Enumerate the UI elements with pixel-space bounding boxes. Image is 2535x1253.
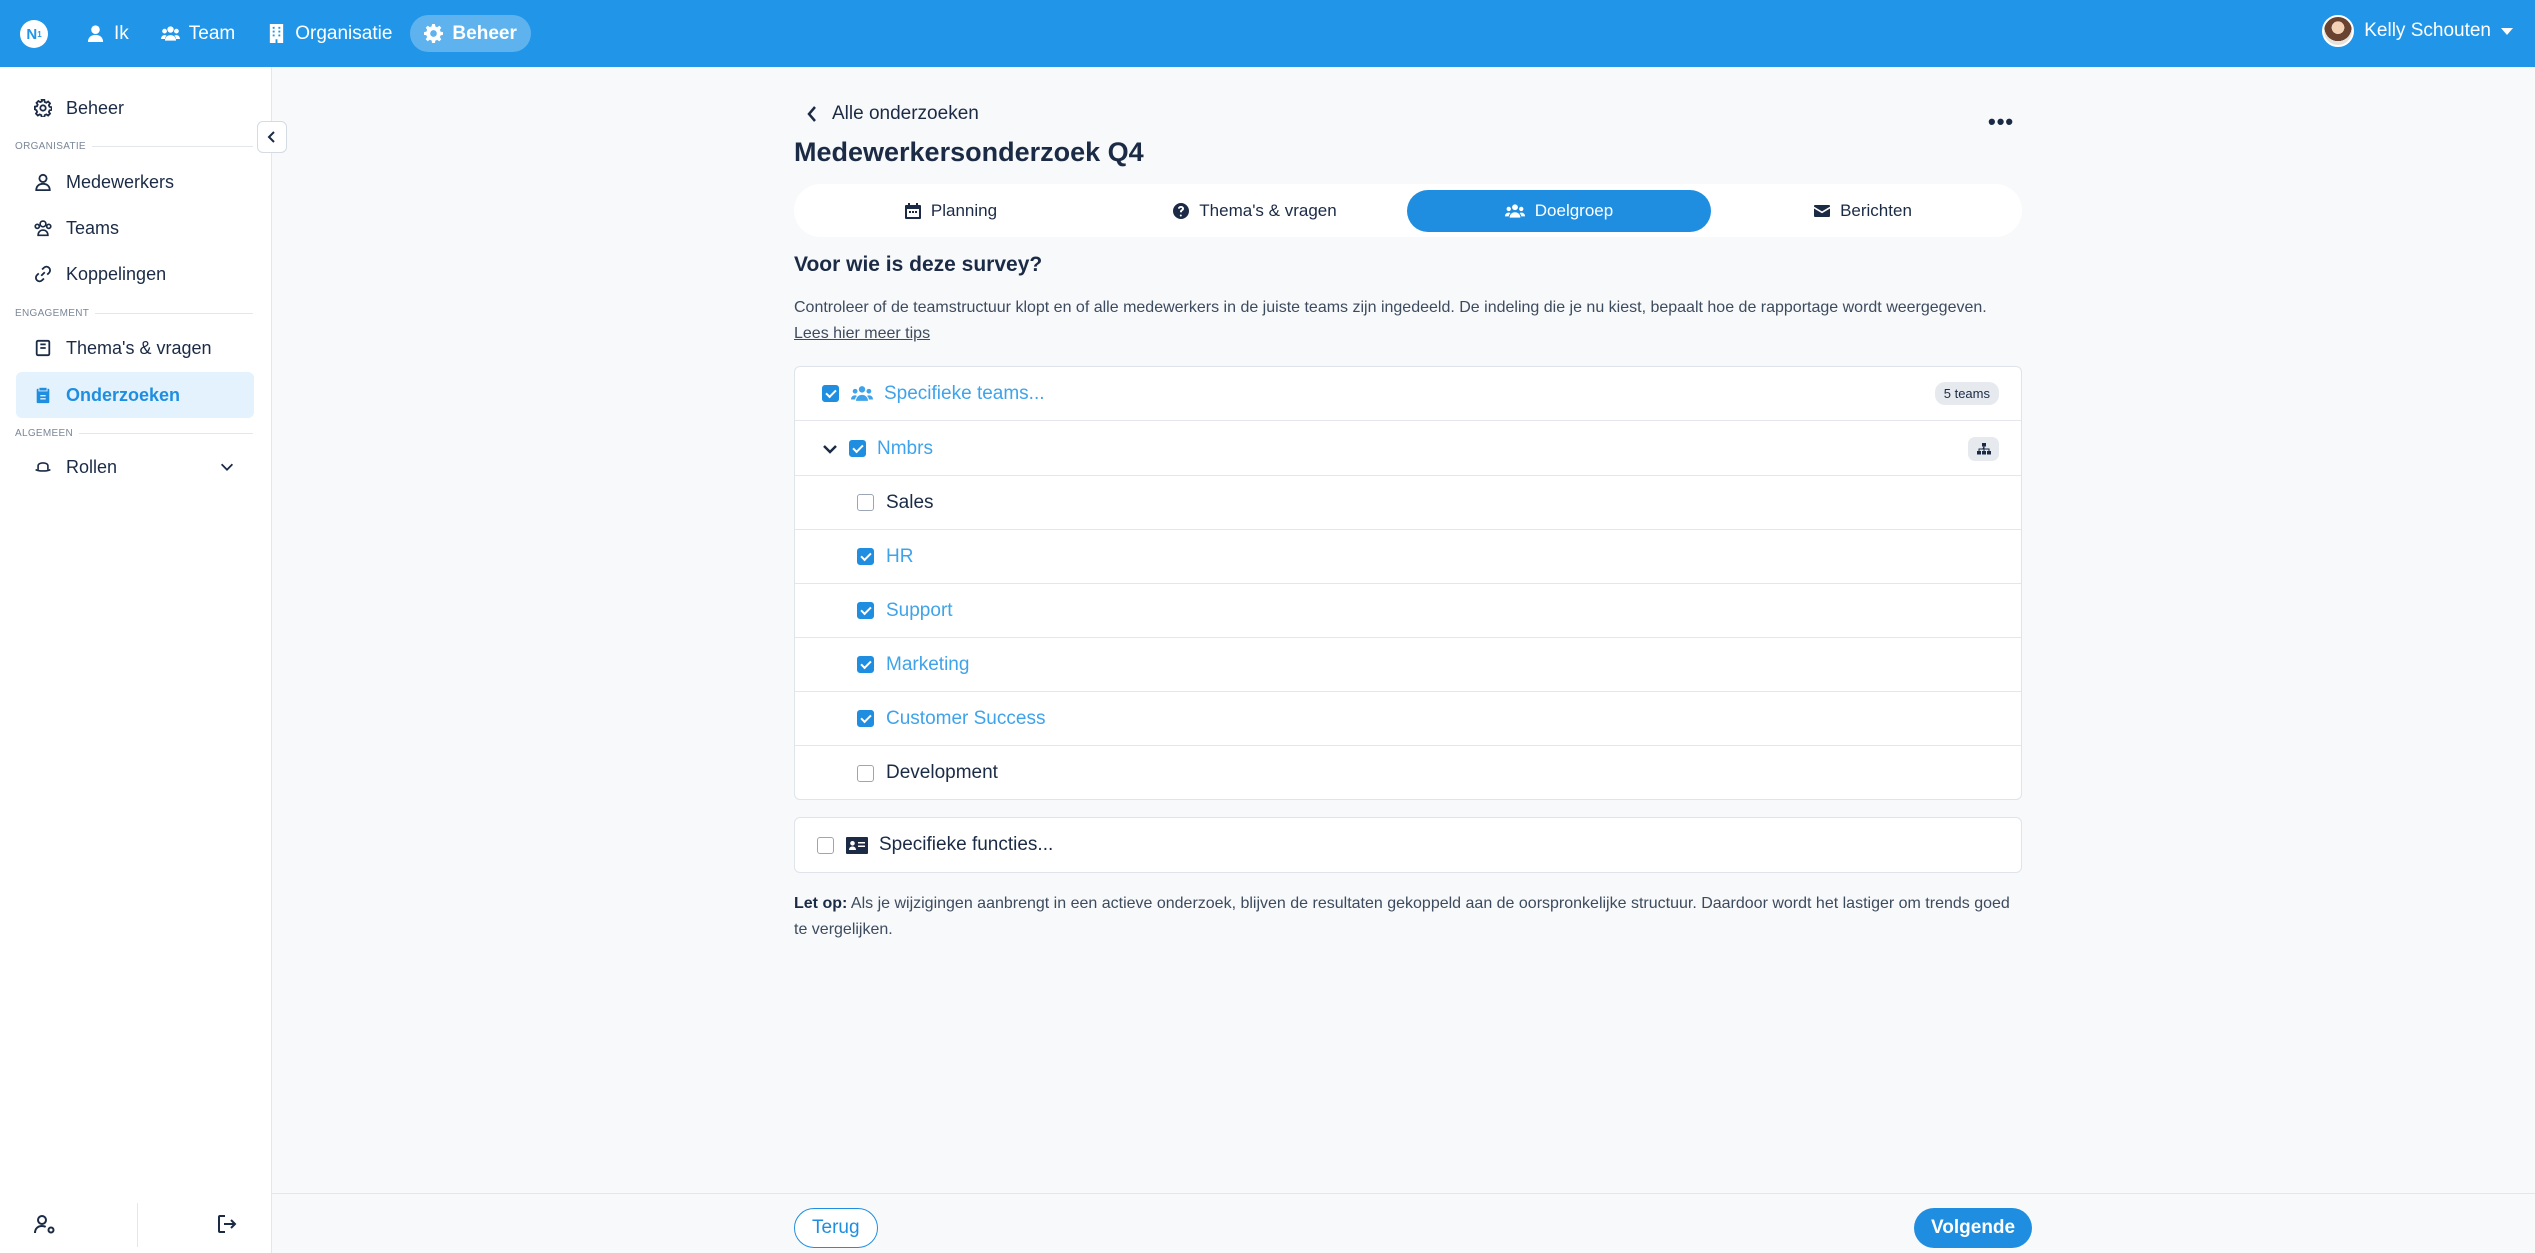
nav-beheer[interactable]: Beheer — [410, 15, 531, 52]
team-label: Marketing — [886, 653, 970, 675]
users-icon — [851, 386, 873, 401]
users-icon — [1504, 203, 1525, 218]
org-label: Nmbrs — [877, 437, 933, 459]
top-navigation-bar: N1 Ik Team Organisatie Beheer Kelly Scho… — [0, 0, 2535, 67]
nav-organisatie[interactable]: Organisatie — [253, 15, 406, 52]
gear-icon — [424, 24, 444, 43]
org-checkbox[interactable] — [849, 440, 866, 457]
tips-link[interactable]: Lees hier meer tips — [794, 325, 930, 342]
tab-doelgroep[interactable]: Doelgroep — [1407, 189, 1711, 232]
team-row[interactable]: HR — [795, 530, 2021, 584]
clipboard-icon — [36, 387, 50, 404]
team-row[interactable]: Development — [795, 746, 2021, 800]
specific-teams-row[interactable]: Specifieke teams... 5 teams — [795, 367, 2021, 421]
sidebar-section-organisatie: ORGANISATIE — [15, 141, 253, 152]
team-row[interactable]: Support — [795, 584, 2021, 638]
nav-team[interactable]: Team — [147, 15, 249, 52]
page-footer: Terug Volgende — [272, 1193, 2535, 1253]
chevron-down-icon — [220, 463, 234, 471]
specific-functions-row[interactable]: Specifieke functies... — [794, 817, 2022, 873]
caret-down-icon — [2501, 27, 2513, 35]
main-nav: Ik Team Organisatie Beheer — [72, 15, 531, 52]
sidebar: Beheer ORGANISATIE Medewerkers Teams Kop… — [0, 67, 272, 1253]
envelope-icon — [1814, 204, 1831, 217]
nav-ik[interactable]: Ik — [72, 15, 143, 52]
main-content: Alle onderzoeken Medewerkersonderzoek Q4… — [272, 67, 2535, 1253]
next-button[interactable]: Volgende — [1914, 1208, 2033, 1248]
team-row[interactable]: Sales — [795, 476, 2021, 530]
team-checkbox[interactable] — [857, 494, 874, 511]
sidebar-section-algemeen: ALGEMEEN — [15, 428, 253, 439]
users-icon — [34, 220, 52, 237]
tab-planning[interactable]: Planning — [799, 190, 1103, 232]
section-description: Controleer of de teamstructuur klopt en … — [794, 299, 1987, 342]
calendar-icon — [904, 202, 921, 219]
team-checkbox[interactable] — [857, 602, 874, 619]
sidebar-footer — [0, 1197, 272, 1253]
specific-functions-checkbox[interactable] — [817, 836, 834, 854]
team-checkbox[interactable] — [857, 710, 874, 727]
tab-themas-vragen[interactable]: Thema's & vragen — [1103, 190, 1407, 232]
gear-icon — [34, 99, 52, 117]
team-label: HR — [886, 545, 914, 567]
back-to-all-surveys-link[interactable]: Alle onderzoeken — [806, 103, 979, 125]
section-title: Voor wie is deze survey? — [794, 253, 1043, 276]
team-label: Development — [886, 762, 998, 783]
book-icon — [35, 339, 51, 357]
link-icon — [35, 265, 51, 283]
user-settings-icon[interactable] — [34, 1213, 56, 1235]
avatar — [2322, 15, 2355, 47]
user-icon — [35, 173, 51, 191]
warning-note: Let op: Als je wijzigingen aanbrengt in … — [794, 891, 2022, 943]
sidebar-item-onderzoeken[interactable]: Onderzoeken — [16, 372, 254, 418]
teams-count-badge: 5 teams — [1934, 382, 1999, 405]
id-card-icon — [846, 836, 868, 854]
users-icon — [160, 26, 180, 41]
team-label: Support — [886, 599, 953, 621]
page-title: Medewerkersonderzoek Q4 — [794, 137, 1144, 167]
team-label: Sales — [886, 491, 934, 513]
specific-functions-label: Specifieke functies... — [879, 834, 1054, 855]
team-checkbox[interactable] — [857, 764, 874, 782]
user-menu[interactable]: Kelly Schouten — [2322, 15, 2513, 47]
specific-teams-label: Specifieke teams... — [884, 382, 1045, 404]
sidebar-item-themas[interactable]: Thema's & vragen — [16, 325, 254, 371]
sidebar-item-rollen[interactable]: Rollen — [16, 444, 254, 490]
org-row-nmbrs[interactable]: Nmbrs — [795, 422, 2021, 476]
hierarchy-button[interactable] — [1968, 436, 1999, 461]
chevron-down-icon[interactable] — [822, 441, 838, 457]
tab-berichten[interactable]: Berichten — [1711, 190, 2015, 232]
team-label: Customer Success — [886, 707, 1046, 729]
user-icon — [87, 25, 104, 43]
team-row[interactable]: Marketing — [795, 638, 2021, 692]
more-options-button[interactable]: ••• — [1988, 109, 2014, 135]
team-checkbox[interactable] — [857, 548, 874, 565]
hat-icon — [35, 462, 51, 472]
survey-tabs: Planning Thema's & vragen Doelgroep Beri… — [794, 184, 2022, 237]
sidebar-collapse-button[interactable] — [257, 121, 287, 153]
divider — [137, 1203, 138, 1247]
chevron-left-icon — [267, 131, 275, 143]
back-button[interactable]: Terug — [794, 1208, 878, 1248]
team-checkbox[interactable] — [857, 656, 874, 673]
specific-teams-checkbox[interactable] — [822, 385, 839, 402]
sitemap-icon — [1976, 442, 1991, 454]
sidebar-section-engagement: ENGAGEMENT — [15, 308, 253, 319]
app-logo[interactable]: N1 — [20, 20, 48, 48]
team-row[interactable]: Customer Success — [795, 692, 2021, 746]
sidebar-item-teams[interactable]: Teams — [16, 205, 254, 251]
specific-teams-panel: Specifieke teams... 5 teams Nmbrs Sales … — [794, 366, 2022, 800]
sidebar-item-beheer[interactable]: Beheer — [16, 85, 254, 131]
note-label: Let op: — [794, 895, 848, 912]
note-text: Als je wijzigingen aanbrengt in een acti… — [794, 895, 2010, 938]
sidebar-item-koppelingen[interactable]: Koppelingen — [16, 251, 254, 297]
user-name: Kelly Schouten — [2364, 20, 2491, 41]
question-circle-icon — [1173, 202, 1190, 219]
chevron-left-icon — [807, 106, 816, 122]
logout-icon[interactable] — [216, 1213, 238, 1235]
sidebar-item-medewerkers[interactable]: Medewerkers — [16, 159, 254, 205]
building-icon — [270, 24, 284, 43]
